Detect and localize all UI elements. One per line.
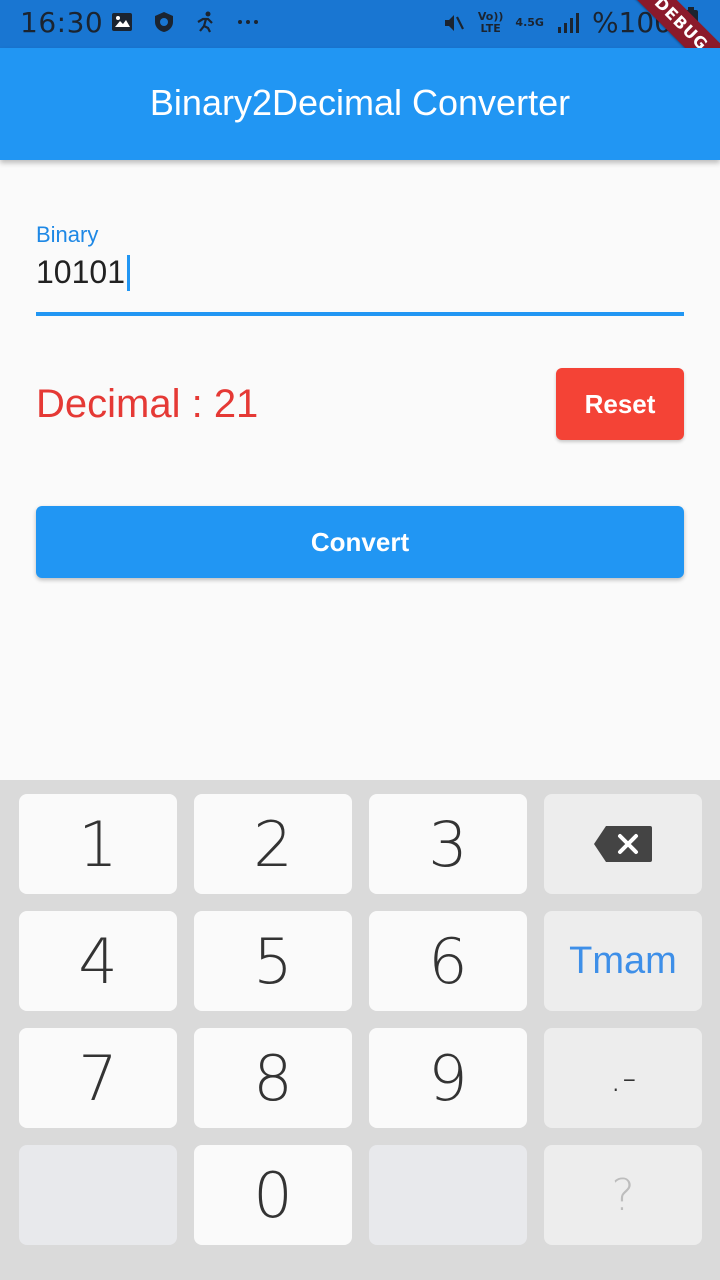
binary-value: 10101 xyxy=(36,254,125,290)
decimal-result: Decimal : 21 xyxy=(36,382,259,426)
key-2[interactable]: 2 xyxy=(194,794,352,894)
key-blank-right xyxy=(369,1145,527,1245)
lte-top: Vo)) xyxy=(477,9,504,23)
key-6[interactable]: 6 xyxy=(369,911,527,1011)
key-9[interactable]: 9 xyxy=(369,1028,527,1128)
shield-icon xyxy=(155,12,173,32)
key-0[interactable]: 0 xyxy=(194,1145,352,1245)
key-8[interactable]: 8 xyxy=(194,1028,352,1128)
more-icon xyxy=(238,20,258,24)
key-backspace[interactable] xyxy=(544,794,702,894)
key-5[interactable]: 5 xyxy=(194,911,352,1011)
reset-button[interactable]: Reset xyxy=(556,368,684,440)
status-time: 16:30 xyxy=(20,6,104,39)
lte-bottom: LTE xyxy=(480,21,501,35)
input-underline xyxy=(36,312,684,316)
key-3[interactable]: 3 xyxy=(369,794,527,894)
mute-icon xyxy=(444,14,464,31)
binary-input[interactable]: Binary 10101 xyxy=(36,220,684,316)
text-cursor xyxy=(126,254,130,291)
gallery-icon xyxy=(112,13,132,31)
status-left-icons xyxy=(110,10,260,34)
key-punctuation[interactable]: .- xyxy=(544,1028,702,1128)
binary-value-row[interactable]: 10101 xyxy=(36,254,130,291)
key-blank-left xyxy=(19,1145,177,1245)
app-title: Binary2Decimal Converter xyxy=(149,82,571,123)
key-7[interactable]: 7 xyxy=(19,1028,177,1128)
status-bar: 16:30 Vo)) LTE 4.5G %100 xyxy=(0,0,720,48)
binary-label: Binary xyxy=(36,222,99,247)
key-done[interactable]: Tmam xyxy=(544,911,702,1011)
signal-icon xyxy=(557,12,579,33)
backspace-icon xyxy=(594,826,652,862)
numeric-keyboard: 1 2 3 4 5 6 Tmam 7 8 9 .- 0 ? xyxy=(0,780,720,1280)
key-1[interactable]: 1 xyxy=(19,794,177,894)
key-4[interactable]: 4 xyxy=(19,911,177,1011)
network-type: 4.5G xyxy=(515,15,544,29)
key-question[interactable]: ? xyxy=(544,1145,702,1245)
convert-button[interactable]: Convert xyxy=(36,506,684,578)
lte-indicator: Vo)) LTE xyxy=(477,9,504,35)
runner-icon xyxy=(197,11,213,33)
app-bar: Binary2Decimal Converter xyxy=(0,48,720,160)
